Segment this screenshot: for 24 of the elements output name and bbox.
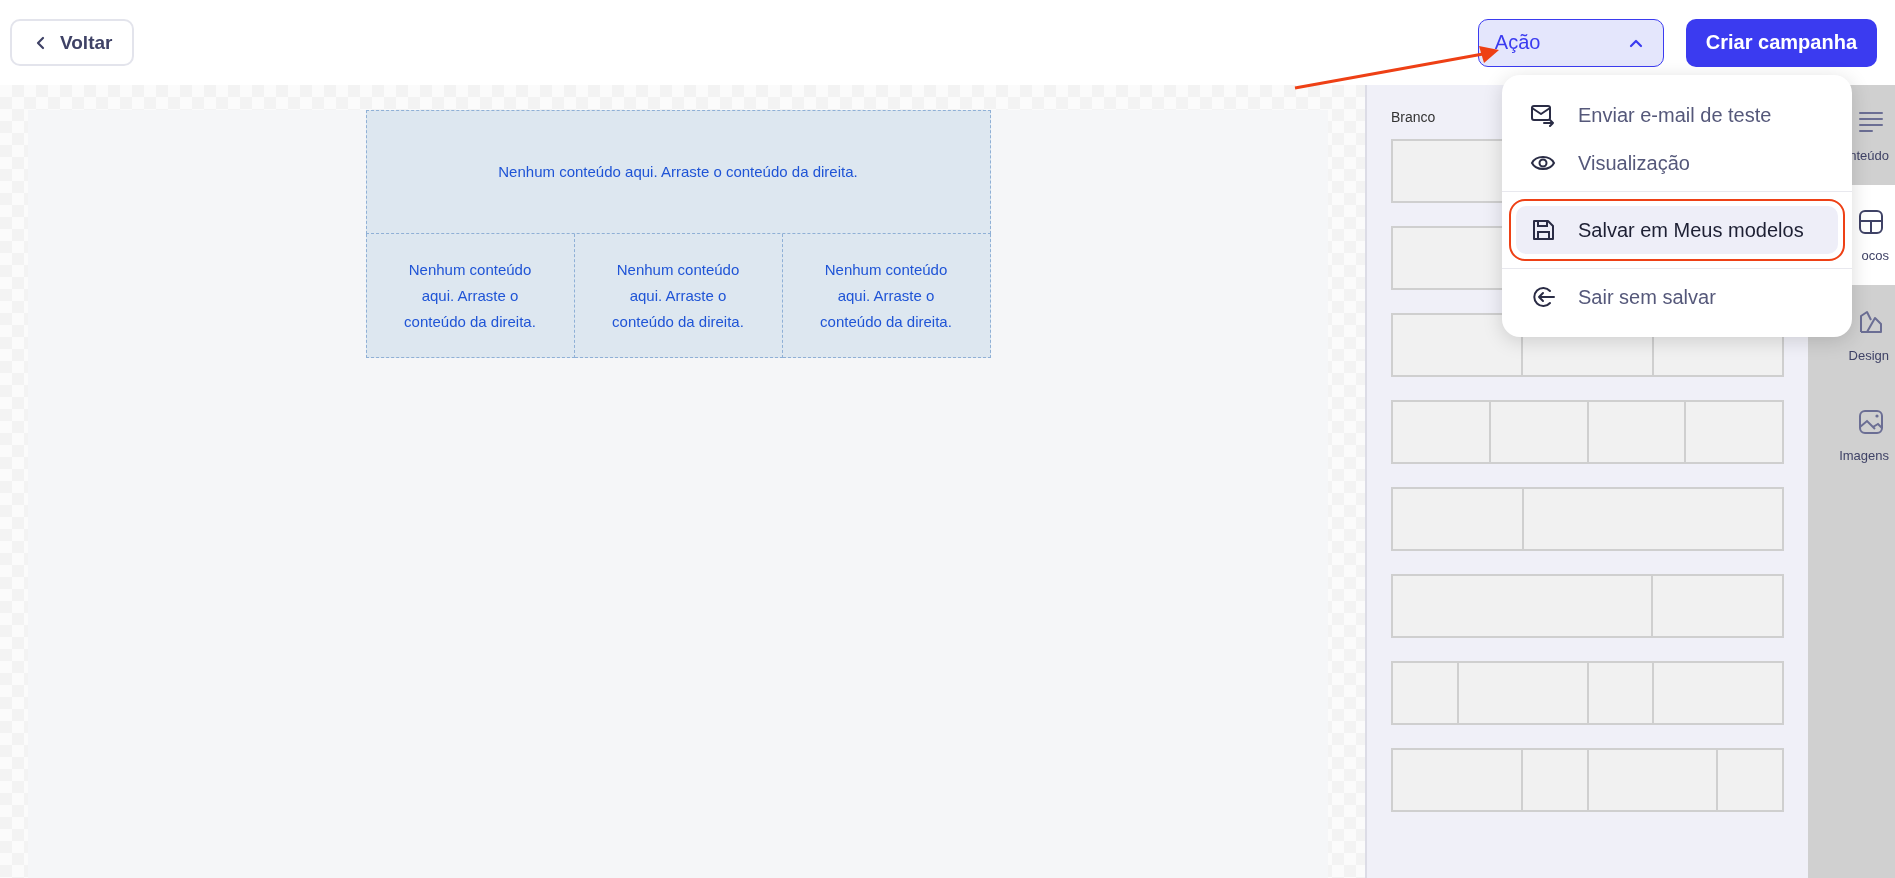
image-icon (1857, 407, 1885, 436)
layout-option[interactable] (1391, 400, 1784, 464)
sidebar-tab[interactable]: Imagens (1808, 385, 1895, 485)
menu-item[interactable]: Salvar em Meus modelos (1516, 206, 1838, 254)
caret-icon (1628, 37, 1643, 48)
save-icon (1530, 218, 1556, 242)
drop-hint: Nenhum conteúdo aqui. Arraste o conteúdo da direita. (819, 259, 953, 332)
layout-option[interactable] (1391, 487, 1784, 551)
create-campaign-button[interactable]: Criar campanha (1685, 18, 1877, 67)
drop-hint: Nenhum conteúdo aqui. Arraste o conteúdo da direita. (498, 162, 858, 182)
layout-icon (1857, 207, 1885, 236)
exit-icon (1530, 285, 1556, 309)
action-button[interactable]: Ação (1477, 18, 1664, 67)
section-heading: Branco (1391, 109, 1436, 125)
chevron-left-icon (36, 35, 46, 50)
menu-item[interactable]: Enviar e-mail de teste (1516, 91, 1838, 139)
back-button[interactable]: Voltar (10, 19, 135, 66)
menu-item[interactable]: Visualização (1516, 139, 1838, 187)
layout-option[interactable] (1391, 748, 1784, 812)
layout-option[interactable] (1391, 661, 1784, 725)
layout-option[interactable] (1391, 574, 1784, 638)
drop-hint: Nenhum conteúdo aqui. Arraste o conteúdo da direita. (403, 259, 537, 332)
mail-icon (1530, 103, 1556, 127)
drop-hint: Nenhum conteúdo aqui. Arraste o conteúdo da direita. (611, 259, 745, 332)
